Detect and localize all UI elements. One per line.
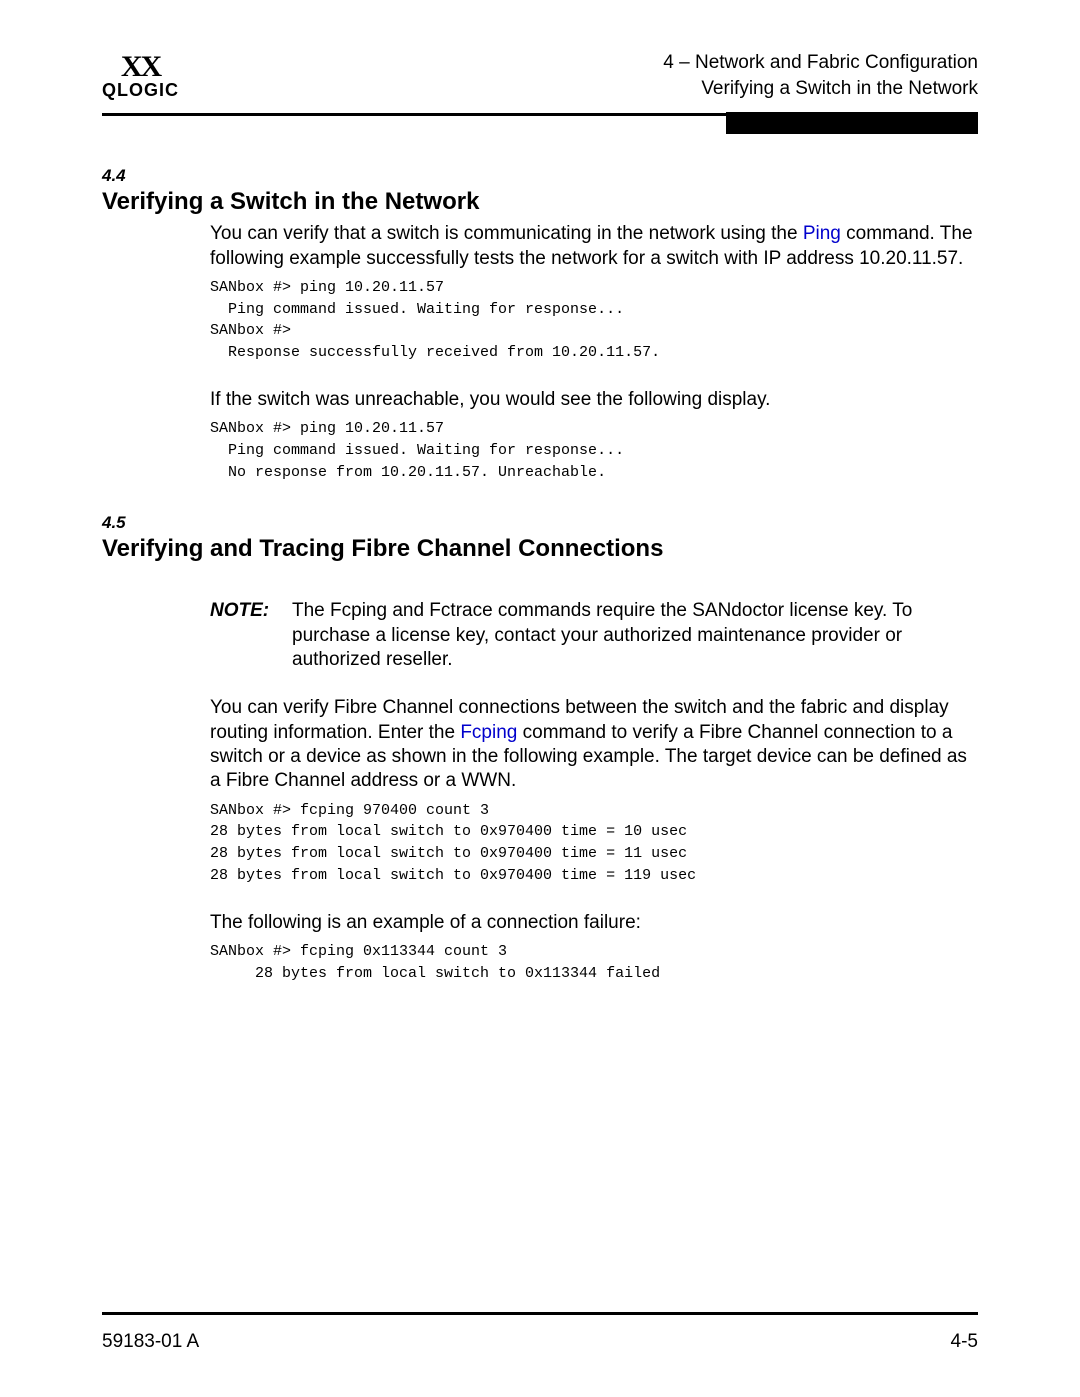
section-45-body: NOTE: The Fcping and Fctrace commands re… [210, 599, 978, 984]
section-44-code-1: SANbox #> ping 10.20.11.57 Ping command … [210, 277, 978, 364]
section-44-code-2: SANbox #> ping 10.20.11.57 Ping command … [210, 418, 978, 483]
ping-command-link[interactable]: Ping [803, 223, 841, 244]
header-line-1: 4 – Network and Fabric Configuration [663, 50, 978, 76]
qlogic-logo: XX QLOGIC [102, 52, 179, 101]
fcping-command-link[interactable]: Fcping [460, 722, 517, 743]
footer-doc-id: 59183-01 A [102, 1331, 199, 1353]
section-44-body: You can verify that a switch is communic… [210, 222, 978, 483]
section-44-para-2: If the switch was unreachable, you would… [210, 388, 978, 412]
section-45-number: 4.5 [102, 513, 978, 533]
note-label: NOTE: [210, 599, 292, 672]
section-44-para-1: You can verify that a switch is communic… [210, 222, 978, 271]
header-text: 4 – Network and Fabric Configuration Ver… [663, 50, 978, 101]
section-45-title: Verifying and Tracing Fibre Channel Conn… [102, 535, 978, 563]
note-text: The Fcping and Fctrace commands require … [292, 599, 978, 672]
header-line-2: Verifying a Switch in the Network [663, 76, 978, 102]
chapter-tab [726, 112, 978, 134]
footer-rule [102, 1312, 978, 1315]
logo-glyph-icon: XX [121, 52, 160, 82]
page-header: XX QLOGIC 4 – Network and Fabric Configu… [102, 50, 978, 109]
section-45-para-2: The following is an example of a connect… [210, 911, 978, 935]
para-text: You can verify that a switch is communic… [210, 223, 803, 244]
section-44-number: 4.4 [102, 166, 978, 186]
section-45-code-2: SANbox #> fcping 0x113344 count 3 28 byt… [210, 941, 978, 985]
note-block: NOTE: The Fcping and Fctrace commands re… [210, 599, 978, 672]
section-45-para-1: You can verify Fibre Channel connections… [210, 696, 978, 793]
page: XX QLOGIC 4 – Network and Fabric Configu… [0, 0, 1080, 1397]
page-footer: 59183-01 A 4-5 [102, 1331, 978, 1353]
section-45-code-1: SANbox #> fcping 970400 count 3 28 bytes… [210, 800, 978, 887]
content: 4.4 Verifying a Switch in the Network Yo… [102, 166, 978, 984]
footer-page-number: 4-5 [951, 1331, 978, 1353]
section-44-title: Verifying a Switch in the Network [102, 188, 978, 216]
logo-wordmark: QLOGIC [102, 80, 179, 101]
